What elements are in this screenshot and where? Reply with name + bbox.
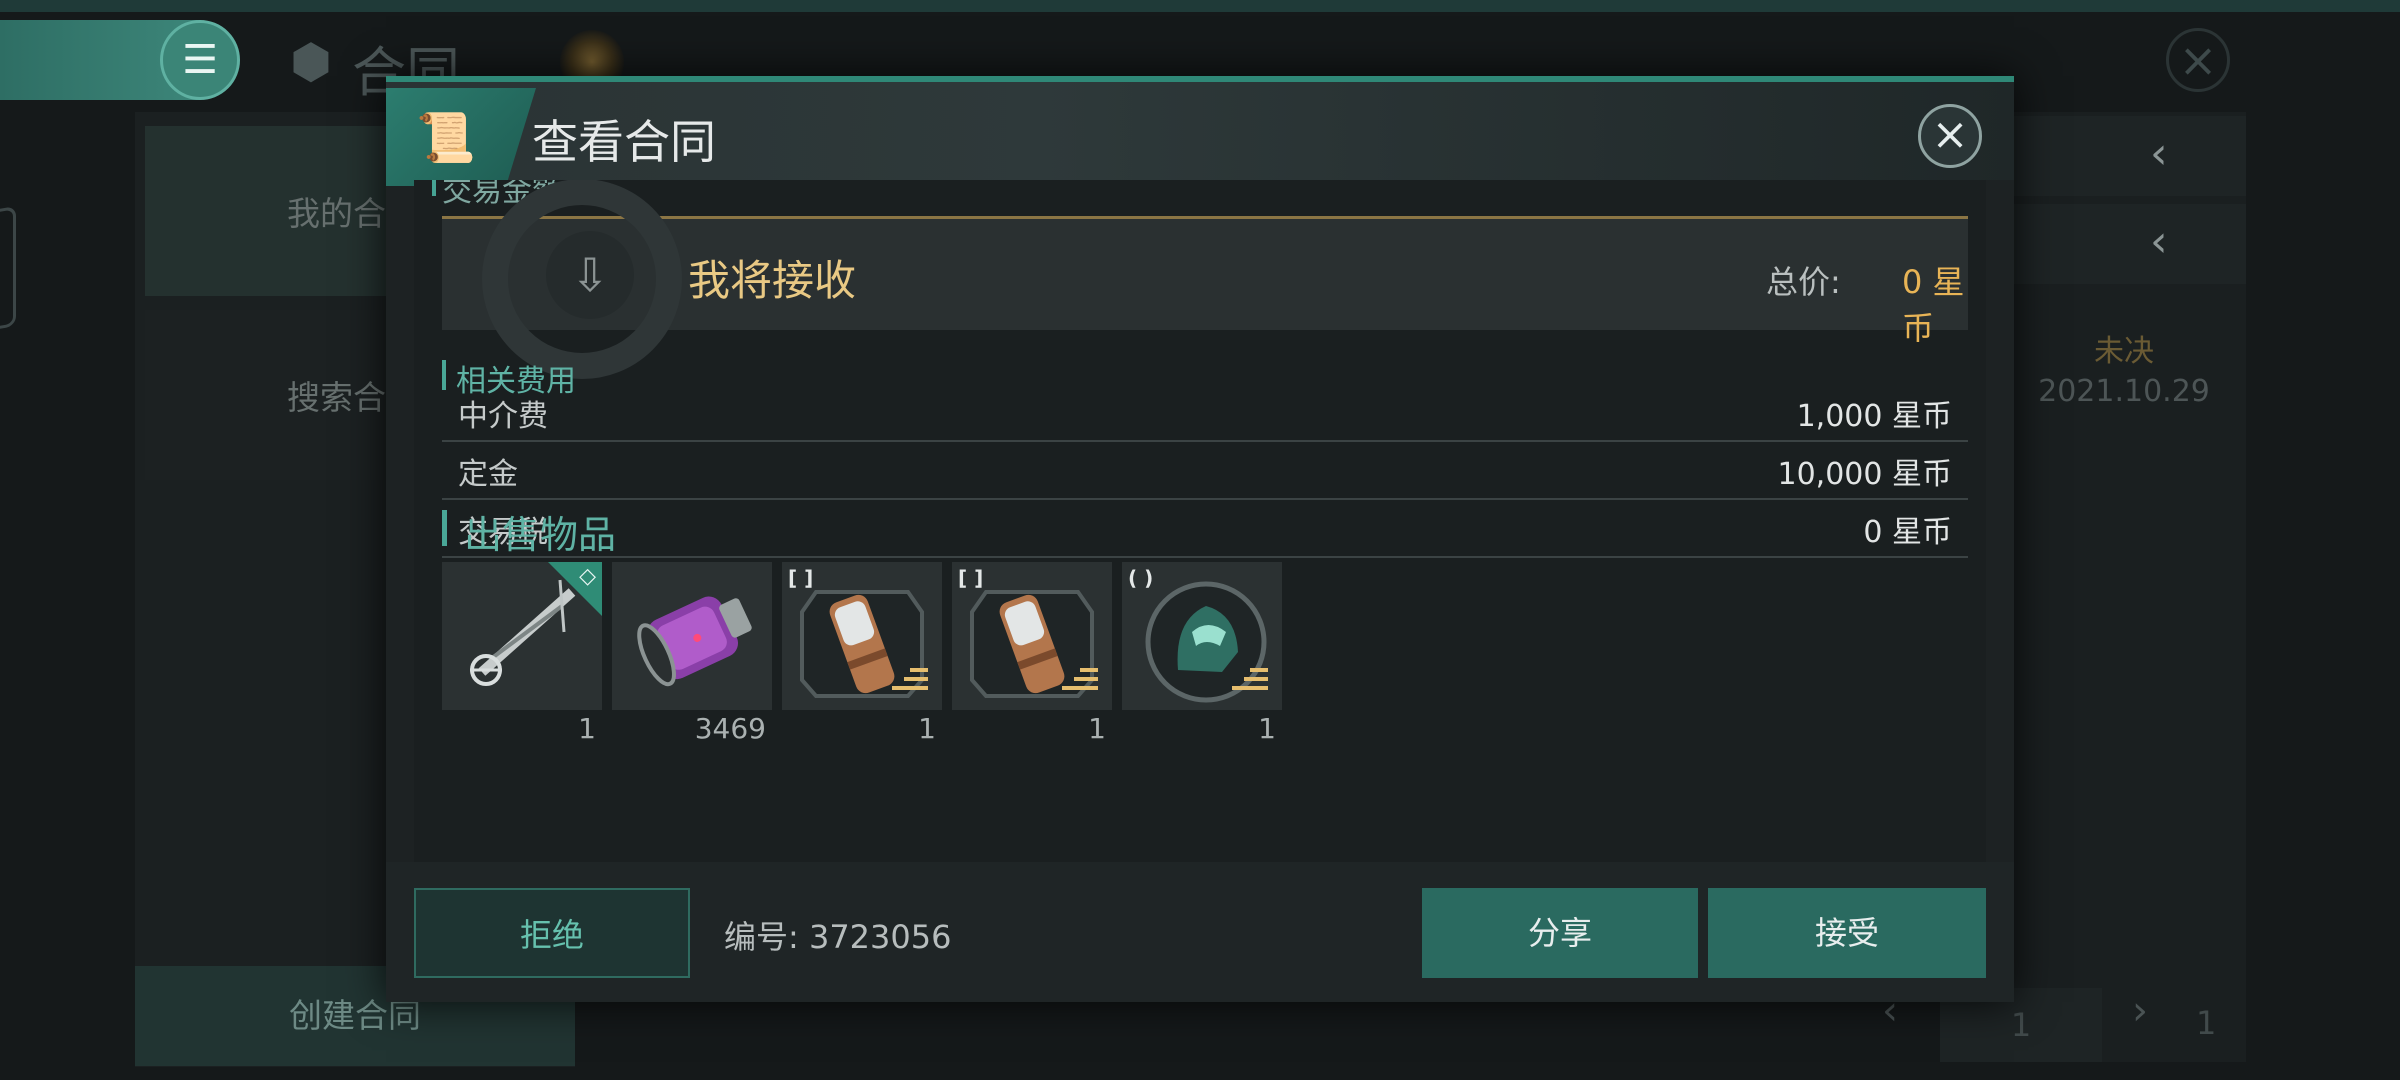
accept-button[interactable]: 接受	[1708, 888, 1986, 978]
diamond-icon: ◇	[579, 564, 596, 589]
fee-row: 中介费 1,000 星币	[442, 386, 1968, 442]
item-slot[interactable]: ◇ 1	[442, 562, 602, 752]
item-thumbnail: ( )	[1122, 562, 1282, 710]
item-thumbnail	[612, 562, 772, 710]
fee-name: 定金	[458, 457, 518, 492]
list-menu-icon: ☰	[182, 37, 218, 83]
left-hex-decoration	[0, 205, 16, 335]
rank-bars-icon	[892, 668, 928, 696]
item-thumbnail: ◇	[442, 562, 602, 710]
share-button[interactable]: 分享	[1422, 888, 1698, 978]
fee-value: 10,000 星币	[1777, 457, 1952, 492]
total-price-label: 总价:	[1766, 263, 1841, 301]
item-slot[interactable]: [ ] 1	[952, 562, 1112, 752]
pager-total-pages: 1	[2196, 1004, 2217, 1042]
cart-download-icon: ⇩	[546, 231, 634, 319]
item-type-tag: [ ]	[788, 566, 814, 590]
top-edge-bar	[0, 0, 2400, 12]
purple-canister-icon	[637, 596, 752, 687]
item-quantity: 3469	[694, 712, 766, 745]
item-slot[interactable]: 3469	[612, 562, 772, 752]
reject-button[interactable]: 拒绝	[414, 888, 690, 978]
fee-value: 1,000 星币	[1796, 399, 1952, 434]
items-grid: ◇ 1 3469 [] 1 [] 1 () 1	[442, 562, 1282, 752]
right-filter-row-1[interactable]	[2014, 116, 2246, 196]
dialog-header: 📜 查看合同 ×	[386, 76, 2014, 186]
item-quantity: 1	[1258, 712, 1276, 745]
item-thumbnail: [ ]	[782, 562, 942, 710]
chevron-left-icon[interactable]: ‹	[2150, 216, 2168, 267]
chevron-left-icon[interactable]: ‹	[2150, 128, 2168, 179]
item-slot[interactable]: ( ) 1	[1122, 562, 1282, 752]
contract-content-scroll[interactable]: 交易金额 ⇩ 我将接收 总价: 0 星币 相关费用 中介费 1,000 星币 定…	[414, 180, 1986, 862]
view-contract-dialog: 📜 查看合同 × 交易金额 ⇩ 我将接收 总价: 0 星币 相关费用 中介费 1…	[386, 76, 2014, 1002]
dialog-close-button[interactable]: ×	[1918, 104, 1982, 168]
background-close-button[interactable]: ×	[2166, 28, 2230, 92]
rank-bars-icon	[1232, 668, 1268, 696]
total-price-value: 0 星币	[1902, 263, 1965, 347]
fee-row: 定金 10,000 星币	[442, 444, 1968, 500]
dialog-title: 查看合同	[532, 115, 716, 169]
item-quantity: 1	[578, 712, 596, 745]
item-quantity: 1	[1088, 712, 1106, 745]
pager-next-icon[interactable]: ›	[2132, 988, 2148, 1034]
item-type-tag: ( )	[1128, 566, 1154, 590]
item-type-tag: [ ]	[958, 566, 984, 590]
item-thumbnail: [ ]	[952, 562, 1112, 710]
fee-row: 交易税 0 星币	[442, 502, 1968, 558]
receive-label: 我将接收	[688, 256, 857, 305]
section-title-items-for-sale: 出售物品	[442, 504, 616, 559]
fee-name: 中介费	[458, 399, 548, 434]
cube-icon: ⬢	[290, 34, 332, 90]
scroll-icon: 📜	[386, 88, 536, 186]
right-filter-row-2[interactable]	[2014, 204, 2246, 284]
contract-date: 2021.10.29	[2038, 374, 2210, 409]
contract-id: 编号: 3723056	[724, 918, 952, 956]
rank-bars-icon	[1062, 668, 1098, 696]
item-quantity: 1	[918, 712, 936, 745]
close-icon: ×	[1931, 109, 1969, 160]
fee-value: 0 星币	[1863, 515, 1952, 550]
menu-button[interactable]: ☰	[160, 20, 240, 100]
receive-card: ⇩ 我将接收 总价: 0 星币	[442, 180, 1968, 379]
contract-status: 未决	[2094, 334, 2154, 369]
item-slot[interactable]: [ ] 1	[782, 562, 942, 752]
